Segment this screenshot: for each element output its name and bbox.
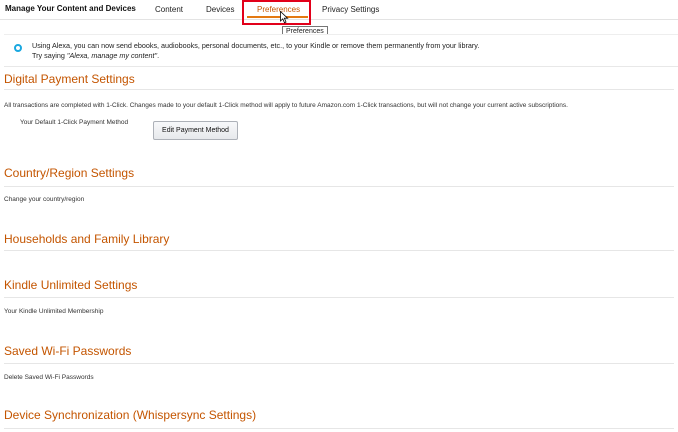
alexa-info-banner: Using Alexa, you can now send ebooks, au… xyxy=(4,34,678,67)
payment-description: All transactions are completed with 1-Cl… xyxy=(4,102,568,109)
section-divider xyxy=(4,250,674,251)
page-brand-title: Manage Your Content and Devices xyxy=(5,4,136,13)
kindle-unlimited-description: Your Kindle Unlimited Membership xyxy=(4,308,104,315)
alexa-line2-prefix: Try saying xyxy=(32,51,67,60)
alexa-banner-line1: Using Alexa, you can now send ebooks, au… xyxy=(32,41,480,50)
top-navigation: Manage Your Content and Devices Content … xyxy=(0,0,678,20)
alexa-banner-line2: Try saying "Alexa, manage my content". xyxy=(32,51,479,61)
section-divider xyxy=(4,297,674,298)
section-divider xyxy=(4,89,674,90)
country-region-description: Change your country/region xyxy=(4,196,85,203)
section-divider xyxy=(4,428,674,429)
section-title-saved-wifi[interactable]: Saved Wi-Fi Passwords xyxy=(4,344,131,358)
section-title-device-sync[interactable]: Device Synchronization (Whispersync Sett… xyxy=(4,408,256,422)
tab-devices[interactable]: Devices xyxy=(206,5,234,14)
section-title-households[interactable]: Households and Family Library xyxy=(4,232,169,246)
saved-wifi-description: Delete Saved Wi-Fi Passwords xyxy=(4,374,94,381)
alexa-banner-text: Using Alexa, you can now send ebooks, au… xyxy=(32,41,479,61)
alexa-voice-command: "Alexa, manage my content" xyxy=(66,51,158,60)
section-title-kindle-unlimited[interactable]: Kindle Unlimited Settings xyxy=(4,278,137,292)
highlight-annotation-box xyxy=(242,0,311,25)
section-title-digital-payment[interactable]: Digital Payment Settings xyxy=(4,72,135,86)
section-divider xyxy=(4,363,674,364)
edit-payment-method-button[interactable]: Edit Payment Method xyxy=(153,121,238,140)
default-payment-method-label: Your Default 1-Click Payment Method xyxy=(20,119,129,126)
mouse-cursor-icon xyxy=(280,11,289,24)
tab-content[interactable]: Content xyxy=(155,5,183,14)
section-title-country-region[interactable]: Country/Region Settings xyxy=(4,166,134,180)
tab-privacy-settings[interactable]: Privacy Settings xyxy=(322,5,379,14)
alexa-line2-suffix: . xyxy=(157,51,160,60)
section-divider xyxy=(4,186,674,187)
alexa-ring-icon xyxy=(14,44,22,52)
